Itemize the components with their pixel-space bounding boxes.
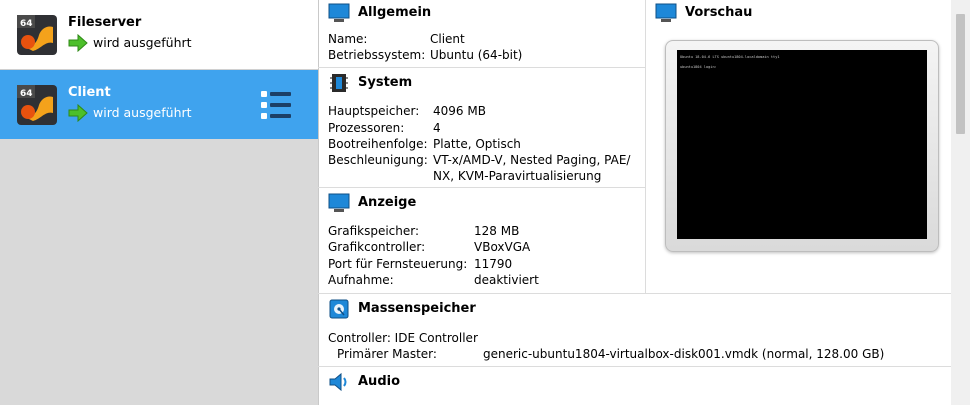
detail-label: Hauptspeicher: [328,104,420,118]
section-title: Allgemein [358,5,432,20]
detail-value: 4096 MB [433,104,486,118]
detail-label: Port für Fernsteuerung: [328,257,468,271]
divider [318,293,951,294]
section-title: Vorschau [685,5,753,20]
section-audio: Audio [318,369,951,405]
detail-label: Grafikcontroller: [328,240,426,254]
console-line: ubuntu1804 login: [680,65,717,69]
preview-screen: Ubuntu 18.04.6 LTS ubuntu1804.localdomai… [677,50,927,239]
vm-name: Client [68,85,111,100]
section-title: Audio [358,374,401,389]
monitor-icon [328,3,350,22]
divider [318,366,951,367]
detail-label: Primärer Master: [337,347,437,361]
detail-value: Ubuntu (64-bit) [430,48,523,62]
detail-label: Bootreihenfolge: [328,137,428,151]
detail-label: Beschleunigung: [328,153,428,167]
section-general: Allgemein Name: Client Betriebssystem: U… [318,0,645,67]
detail-label: Betriebssystem: [328,48,426,62]
ubuntu-64-icon: 64 [17,15,57,55]
storage-controller: Controller: IDE Controller [328,331,478,345]
chip-icon [330,74,348,92]
scrollbar-thumb[interactable] [956,14,965,134]
section-title: System [358,75,413,90]
monitor-icon [328,193,350,212]
divider [318,187,645,188]
detail-value: 4 [433,121,441,135]
section-storage: Massenspeicher Controller: IDE Controlle… [318,296,951,366]
detail-value-continued: NX, KVM-Paravirtualisierung [433,169,602,183]
vm-list: 64 Fileserver wird ausgeführt 64 Client … [0,0,319,405]
detail-value: 11790 [474,257,513,271]
divider [318,67,645,68]
detail-label: Name: [328,32,368,46]
vertical-scrollbar[interactable] [951,0,970,405]
detail-value: deaktiviert [474,273,539,287]
detail-value: 128 MB [474,224,520,238]
console-line: Ubuntu 18.04.6 LTS ubuntu1804.localdomai… [680,55,780,59]
details-list-icon[interactable] [260,89,292,121]
vm-state-label: wird ausgeführt [93,35,192,50]
monitor-icon [655,3,677,22]
vm-item-fileserver[interactable]: 64 Fileserver wird ausgeführt [0,0,318,70]
detail-label: Grafikspeicher: [328,224,420,238]
svg-text:64: 64 [20,89,33,99]
detail-value: VBoxVGA [474,240,531,254]
disk-icon [329,299,349,319]
green-arrow-icon [68,34,88,52]
section-title: Massenspeicher [358,301,476,316]
detail-value: generic-ubuntu1804-virtualbox-disk001.vm… [483,347,885,361]
section-system: System Hauptspeicher: 4096 MB Prozessore… [318,70,645,187]
detail-value: Platte, Optisch [433,137,521,151]
section-display: Anzeige Grafikspeicher: 128 MB Grafikcon… [318,190,645,293]
svg-text:64: 64 [20,19,33,29]
section-title: Anzeige [358,195,417,210]
speaker-icon [329,372,347,392]
detail-value: Client [430,32,465,46]
vm-name: Fileserver [68,15,142,30]
green-arrow-icon [68,104,88,122]
detail-value: VT-x/AMD-V, Nested Paging, PAE/ [433,153,631,167]
detail-label: Prozessoren: [328,121,405,135]
ubuntu-64-icon: 64 [17,85,57,125]
vm-state-label: wird ausgeführt [93,105,192,120]
preview-frame: Ubuntu 18.04.6 LTS ubuntu1804.localdomai… [665,40,939,252]
detail-label: Aufnahme: [328,273,394,287]
vm-item-client[interactable]: 64 Client wird ausgeführt [0,70,318,139]
